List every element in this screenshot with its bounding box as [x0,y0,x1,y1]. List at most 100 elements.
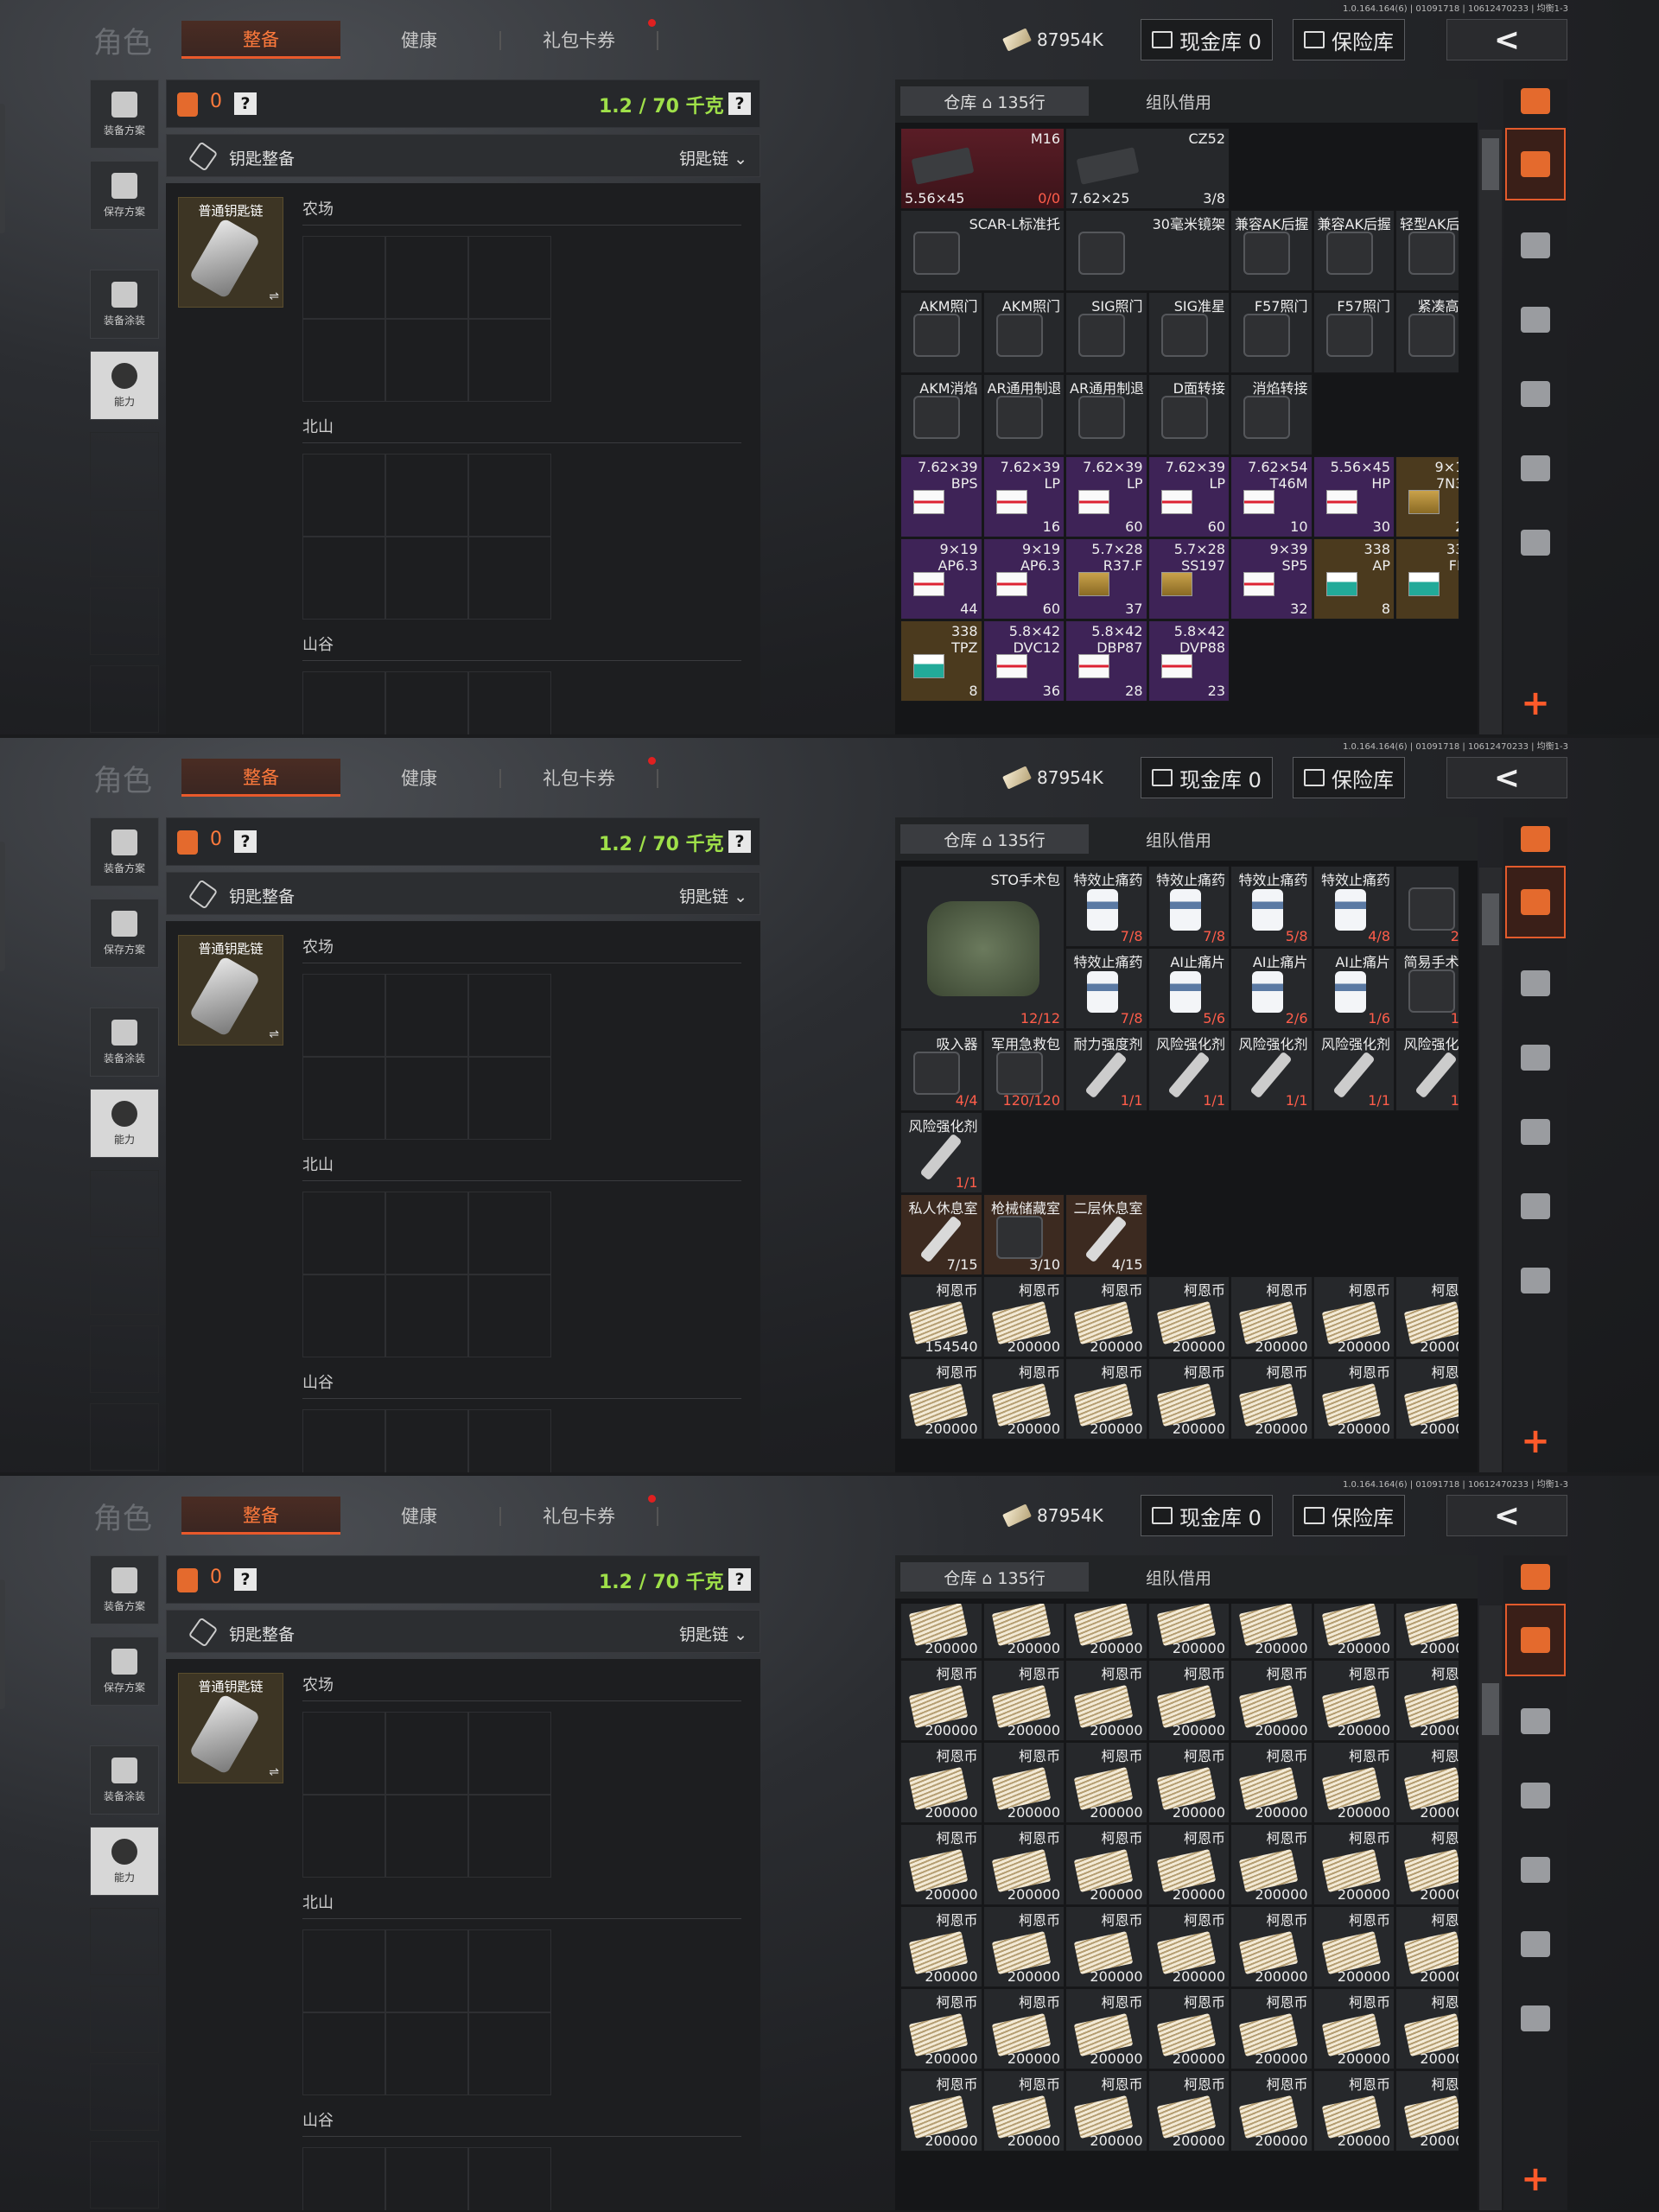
inventory-item[interactable]: 风险强化剂 1/1 [1147,1030,1230,1111]
inventory-item[interactable]: 风险强化剂 1/1 [900,1112,982,1193]
tab-warehouse[interactable]: 仓库 ⌂ 135行 [900,86,1089,116]
inventory-item[interactable]: 柯恩币 200000 [900,1660,982,1741]
inventory-item[interactable]: 柯恩币 200000 [1230,1660,1313,1741]
inventory-item[interactable]: 柯恩币 200000 [1147,1742,1230,1823]
inventory-item[interactable]: SIG照门 [1065,292,1147,373]
inventory-item[interactable]: 柯恩币 200000 [1065,1604,1147,1659]
inventory-item[interactable]: 柯恩币 200000 [1065,1742,1147,1823]
category-magazines[interactable] [1505,1834,1566,1906]
inventory-item[interactable]: 柯恩币 200000 [1065,1906,1147,1987]
category-weapons[interactable] [1505,1021,1566,1094]
tab-team-borrow[interactable]: 组队借用 [1092,824,1265,854]
inventory-item[interactable]: 7.62×54 T46M 10 [1230,456,1313,537]
key-grid[interactable] [302,671,551,734]
inventory-item[interactable]: AI止痛片 2/6 [1230,948,1313,1029]
inventory-item[interactable]: 柯恩币 200000 [982,1906,1065,1987]
tab-equipment[interactable]: 整备 [181,21,340,59]
inventory-item[interactable]: 2/4 [1395,866,1459,947]
scrollbar-thumb[interactable] [1482,1683,1499,1735]
inventory-item[interactable]: 特效止痛药 7/8 [1147,866,1230,947]
sort-button[interactable] [1505,79,1566,123]
inventory-item[interactable]: 柯恩币 200000 [1395,1988,1459,2069]
keychain-dropdown[interactable]: 钥匙链 ⌄ [679,884,747,907]
inventory-item[interactable]: 柯恩币 200000 [982,1660,1065,1741]
inventory-item[interactable]: 柯恩币 200000 [1395,1824,1459,1905]
help-icon[interactable]: ? [234,92,257,115]
add-button[interactable]: + [1505,1405,1566,1472]
inventory-item[interactable]: 柯恩币 200000 [982,1358,1065,1440]
inventory-item[interactable]: 柯恩币 200000 [1395,1604,1459,1659]
add-button[interactable]: + [1505,2143,1566,2210]
inventory-item[interactable]: 柯恩币 200000 [900,1604,982,1659]
inventory-item[interactable]: 柯恩币 200000 [1313,2070,1395,2152]
category-weapons[interactable] [1505,1759,1566,1832]
inventory-item[interactable]: 7.62×39 LP 60 [1065,456,1147,537]
inventory-item[interactable]: 柯恩币 200000 [982,1742,1065,1823]
inventory-item[interactable]: 5.8×42 DVC12 36 [982,620,1065,702]
inventory-item[interactable]: AKM消焰 [900,374,982,455]
scrollbar[interactable] [1479,868,1502,1472]
sidebar-item-loadout[interactable]: 装备方案 [90,79,159,149]
inventory-item[interactable]: 柯恩币 200000 [1230,1742,1313,1823]
inventory-item[interactable]: 耐力强度剂 1/1 [1065,1030,1147,1111]
inventory-item[interactable]: 5.7×28 SS197 [1147,538,1230,620]
inventory-item[interactable]: 柯恩币 200000 [900,1358,982,1440]
tab-warehouse[interactable]: 仓库 ⌂ 135行 [900,824,1089,854]
back-button[interactable]: < [1446,1495,1567,1536]
tab-team-borrow[interactable]: 组队借用 [1092,86,1265,116]
category-gear[interactable] [1505,947,1566,1020]
inventory-item[interactable]: AR通用制退 [1065,374,1147,455]
back-button[interactable]: < [1446,19,1567,60]
category-all[interactable] [1505,128,1566,200]
safe-button[interactable]: 保险库 [1293,757,1405,798]
inventory-item[interactable]: 柯恩币 200000 [900,1824,982,1905]
category-all[interactable] [1505,866,1566,938]
inventory-item[interactable]: 柯恩币 200000 [1313,1358,1395,1440]
inventory-item[interactable]: D面转接 [1147,374,1230,455]
cash-vault-button[interactable]: 现金库 0 [1141,19,1273,60]
category-magazines[interactable] [1505,1096,1566,1168]
key-grid[interactable] [302,2147,551,2210]
tab-gift-cards[interactable]: 礼包卡券 [518,1497,639,1535]
inventory-item[interactable]: 338FMJ6 [1395,538,1459,620]
tab-warehouse[interactable]: 仓库 ⌂ 135行 [900,1562,1089,1592]
inventory-item[interactable]: 柯恩币 200000 [1065,1358,1147,1440]
edge-handle[interactable] [0,842,5,971]
inventory-item[interactable]: 消焰转接 [1230,374,1313,455]
inventory-item[interactable]: 柯恩币 200000 [900,1988,982,2069]
inventory-item[interactable]: 风险强化剂 1/1 [1230,1030,1313,1111]
inventory-item[interactable]: 柯恩币 200000 [1147,1824,1230,1905]
tab-gift-cards[interactable]: 礼包卡券 [518,759,639,797]
inventory-item[interactable]: 柯恩币 200000 [900,1742,982,1823]
inventory-item[interactable]: 简易手术袋 1/1 [1395,948,1459,1029]
inventory-item[interactable]: 风险强化剂 1/1 [1395,1030,1459,1111]
inventory-item[interactable]: AI止痛片 5/6 [1147,948,1230,1029]
sidebar-item-ability[interactable]: 能力 [90,1827,159,1896]
inventory-item[interactable]: 柯恩币 200000 [1230,1358,1313,1440]
inventory-item[interactable]: 柯恩币 200000 [1065,1276,1147,1357]
inventory-item[interactable]: 9×19 AP6.3 60 [982,538,1065,620]
swap-icon[interactable]: ⇌ [269,1027,279,1041]
inventory-item[interactable]: 柯恩币 154540 [900,1276,982,1357]
scrollbar[interactable] [1479,1605,1502,2210]
sidebar-item-save[interactable]: 保存方案 [90,1637,159,1706]
keychain-slot[interactable]: 普通钥匙链 ⇌ [178,935,283,1046]
inventory-item[interactable]: 柯恩币 200000 [1147,1660,1230,1741]
category-magazines[interactable] [1505,358,1566,430]
help-icon[interactable]: ? [728,92,751,115]
tab-equipment[interactable]: 整备 [181,759,340,797]
edge-handle[interactable] [0,1580,5,1709]
inventory-item[interactable]: 柯恩币 200000 [1065,1988,1147,2069]
category-ammo[interactable] [1505,432,1566,505]
category-ammo[interactable] [1505,1170,1566,1243]
inventory-item[interactable]: 7.62×39 BPS [900,456,982,537]
sidebar-item-loadout[interactable]: 装备方案 [90,817,159,887]
inventory-item[interactable]: 柯恩币 200000 [1313,1906,1395,1987]
sidebar-item-skin[interactable]: 装备涂装 [90,1745,159,1815]
inventory-item[interactable]: F57照门 [1313,292,1395,373]
inventory-item[interactable]: 柯恩币 200000 [1313,1742,1395,1823]
inventory-item[interactable]: M16 5.56×45 0/0 [900,128,1065,209]
inventory-item[interactable]: 柯恩币 200000 [1230,1604,1313,1659]
inventory-item[interactable]: 柯恩币 200000 [1147,1358,1230,1440]
inventory-item[interactable]: F57照门 [1230,292,1313,373]
